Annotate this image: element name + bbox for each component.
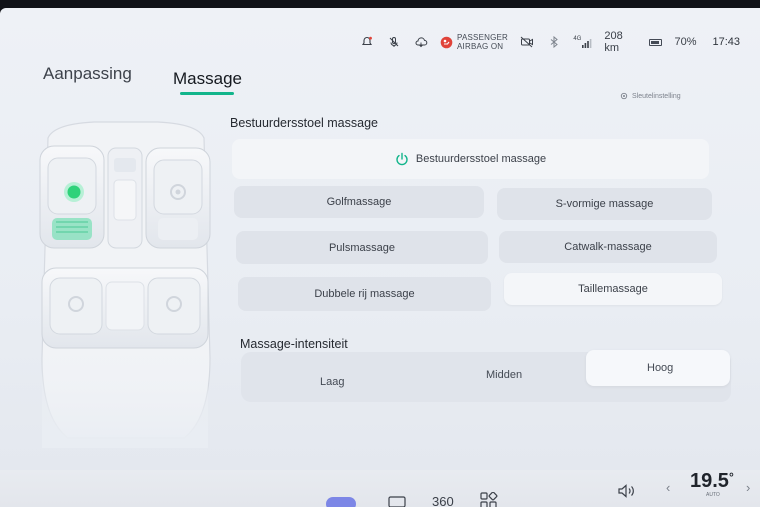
bottom-dock: [0, 470, 760, 507]
airbag-line2: AIRBAG ON: [457, 42, 504, 51]
driver-massage-section-title: Bestuurdersstoel massage: [230, 116, 378, 130]
mode-label: Dubbele rij massage: [314, 288, 415, 300]
volume-icon[interactable]: [618, 484, 636, 501]
intensity-section-title: Massage-intensiteit: [240, 337, 348, 351]
temperature-value: 19.5: [690, 470, 729, 492]
media-icon[interactable]: [388, 496, 406, 507]
mode-catwalk-massage-button[interactable]: Catwalk-massage: [499, 231, 717, 263]
driver-seat[interactable]: [39, 145, 105, 249]
cloud-sync-icon: [413, 34, 428, 50]
passenger-airbag-status: PASSENGER AIRBAG ON: [440, 33, 508, 51]
settings-gear-icon: [620, 92, 628, 100]
intensity-option-laag[interactable]: Laag: [320, 376, 344, 388]
temp-increase-chevron-icon[interactable]: ›: [746, 480, 750, 495]
mode-golfmassage-button[interactable]: Golfmassage: [234, 186, 484, 218]
status-bar: PASSENGER AIRBAG ON 4G 208 km 70% 17:43: [360, 30, 740, 54]
key-settings-label: Sleutelinstelling: [632, 92, 681, 100]
intensity-option-midden[interactable]: Midden: [486, 369, 522, 381]
mode-label: Catwalk-massage: [564, 241, 652, 253]
clock: 17:43: [712, 36, 741, 48]
key-settings-shortcut[interactable]: Sleutelinstelling: [620, 92, 681, 100]
network-type-label: 4G: [573, 36, 582, 42]
intensity-option-hoog[interactable]: Hoog: [647, 362, 673, 374]
mode-label: S-vormige massage: [555, 198, 654, 210]
climate-auto-label: AUTO: [706, 492, 720, 498]
mode-pulsmassage-button[interactable]: Pulsmassage: [236, 231, 488, 264]
power-icon: [396, 152, 408, 166]
driver-massage-power-label: Bestuurdersstoel massage: [415, 153, 547, 165]
temperature-unit: °: [728, 470, 734, 484]
battery-percent: 70%: [674, 36, 697, 48]
airbag-icon: [440, 36, 453, 48]
driver-massage-power-button[interactable]: Bestuurdersstoel massage: [232, 139, 709, 179]
mic-muted-icon[interactable]: [387, 34, 402, 50]
rear-seats: [41, 267, 209, 349]
mode-label: Pulsmassage: [328, 241, 396, 254]
mode-label: Golfmassage: [326, 196, 392, 208]
signal-bars-icon: [582, 39, 592, 48]
network-signal: 4G: [573, 36, 592, 48]
mode-taillemassage-button[interactable]: Taillemassage: [504, 273, 722, 305]
airbag-line1: PASSENGER: [457, 33, 509, 42]
mode-label: Taillemassage: [578, 283, 648, 295]
battery-icon: [649, 38, 663, 46]
home-indicator[interactable]: [326, 497, 356, 507]
camera-off-icon: [520, 34, 535, 50]
mode-s-vormige-massage-button[interactable]: S-vormige massage: [497, 188, 712, 220]
passenger-seat[interactable]: [145, 147, 211, 249]
car-seat-diagram: [34, 118, 216, 448]
tab-massage[interactable]: Massage: [173, 69, 242, 89]
range-readout: 208 km: [604, 30, 623, 54]
apps-grid-icon[interactable]: [480, 491, 498, 507]
tab-aanpassing[interactable]: Aanpassing: [43, 64, 132, 84]
cabin-temperature[interactable]: 19.5°: [690, 470, 734, 493]
temp-decrease-chevron-icon[interactable]: ‹: [666, 480, 670, 495]
bluetooth-icon: [547, 34, 562, 50]
mode-dubbele-rij-massage-button[interactable]: Dubbele rij massage: [238, 277, 491, 311]
active-tab-indicator: [180, 92, 234, 95]
notification-bell-icon[interactable]: [360, 34, 375, 50]
view-360-button[interactable]: 360: [432, 494, 454, 507]
